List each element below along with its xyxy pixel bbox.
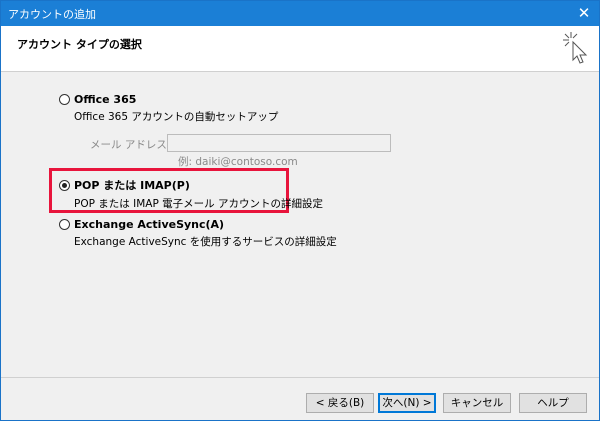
title-bar: アカウントの追加 ✕	[1, 1, 599, 26]
email-example: 例: daiki@contoso.com	[178, 156, 298, 168]
radio-exchange[interactable]	[59, 218, 70, 230]
cancel-button[interactable]: キャンセル	[443, 393, 511, 413]
radio-office365[interactable]	[59, 93, 70, 105]
option-exchange[interactable]: Exchange ActiveSync(A)	[59, 216, 224, 232]
office365-label: Office 365	[74, 92, 137, 106]
back-button[interactable]: < 戻る(B)	[306, 393, 374, 413]
close-button[interactable]: ✕	[569, 1, 599, 26]
office365-desc: Office 365 アカウントの自動セットアップ	[74, 111, 279, 123]
exchange-desc: Exchange ActiveSync を使用するサービスの詳細設定	[74, 236, 337, 248]
help-button[interactable]: ヘルプ	[519, 393, 587, 413]
radio-pop-imap[interactable]	[59, 179, 70, 191]
exchange-label: Exchange ActiveSync(A)	[74, 217, 225, 231]
header-title: アカウント タイプの選択	[17, 38, 142, 51]
dialog-header: アカウント タイプの選択	[1, 26, 599, 72]
option-office365[interactable]: Office 365	[59, 91, 136, 107]
pop-imap-label: POP または IMAP(P)	[74, 179, 190, 192]
email-input[interactable]	[167, 134, 391, 152]
window-title: アカウントの追加	[8, 8, 96, 21]
cursor-click-icon	[563, 32, 588, 64]
add-account-dialog: アカウントの追加 ✕ アカウント タイプの選択 Office 365 Offic…	[0, 0, 600, 421]
next-button[interactable]: 次へ(N) >	[378, 393, 436, 413]
pop-imap-desc: POP または IMAP 電子メール アカウントの詳細設定	[74, 198, 323, 210]
footer-divider	[1, 377, 599, 378]
option-pop-imap[interactable]: POP または IMAP(P)	[59, 177, 190, 193]
dialog-content: Office 365 Office 365 アカウントの自動セットアップ メール…	[1, 73, 599, 377]
